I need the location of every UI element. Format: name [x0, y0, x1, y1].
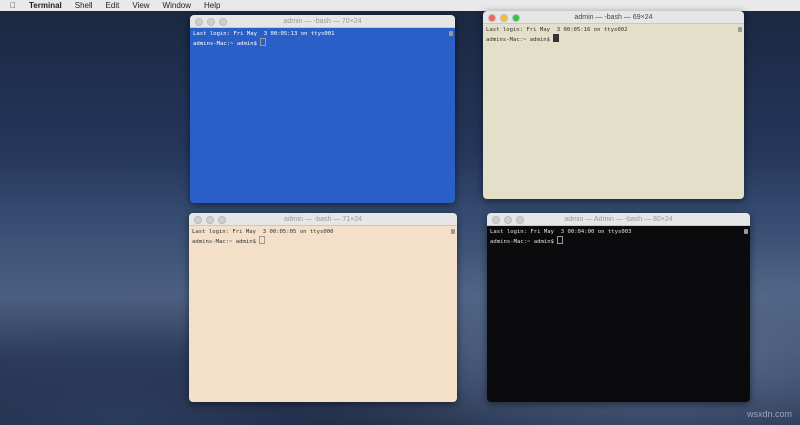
close-button[interactable] — [195, 18, 203, 26]
scrollbar[interactable] — [449, 31, 453, 36]
cursor — [557, 236, 564, 244]
minimize-button[interactable] — [504, 216, 512, 224]
terminal-content[interactable]: Last login: Fri May 3 00:05:13 on ttys00… — [190, 28, 455, 203]
terminal-window-ttys003[interactable]: admin — Admin — -bash — 80×24 Last login… — [487, 213, 750, 402]
close-button[interactable] — [488, 14, 496, 22]
last-login-line: Last login: Fri May 3 00:04:00 on ttys00… — [490, 229, 632, 235]
window-title: admin — Admin — -bash — 80×24 — [564, 215, 673, 223]
scrollbar[interactable] — [738, 27, 742, 32]
title-bar[interactable]: admin — -bash — 71×24 — [189, 213, 457, 226]
minimize-button[interactable] — [500, 14, 508, 22]
window-title: admin — -bash — 70×24 — [283, 17, 362, 25]
terminal-window-ttys001[interactable]: admin — -bash — 70×24 Last login: Fri Ma… — [190, 15, 455, 203]
cursor — [553, 34, 560, 42]
last-login-line: Last login: Fri May 3 00:05:13 on ttys00… — [193, 31, 335, 37]
title-bar[interactable]: admin — Admin — -bash — 80×24 — [487, 213, 750, 226]
terminal-content[interactable]: Last login: Fri May 3 00:05:16 on ttys00… — [483, 24, 744, 199]
cursor — [260, 38, 267, 46]
scrollbar[interactable] — [451, 229, 455, 234]
shell-prompt: admins-Mac:~ admin$ — [486, 37, 554, 43]
apple-menu-icon[interactable]:  — [10, 1, 16, 10]
scrollbar[interactable] — [744, 229, 748, 234]
menu-edit[interactable]: Edit — [106, 1, 120, 10]
terminal-content[interactable]: Last login: Fri May 3 00:05:05 on ttys00… — [189, 226, 457, 402]
terminal-window-ttys002[interactable]: admin — -bash — 69×24 Last login: Fri Ma… — [483, 11, 744, 199]
terminal-content[interactable]: Last login: Fri May 3 00:04:00 on ttys00… — [487, 226, 750, 402]
menu-terminal[interactable]: Terminal — [29, 1, 62, 10]
zoom-button[interactable] — [512, 14, 520, 22]
zoom-button[interactable] — [218, 216, 226, 224]
last-login-line: Last login: Fri May 3 00:05:16 on ttys00… — [486, 27, 628, 33]
shell-prompt: admins-Mac:~ admin$ — [490, 239, 558, 245]
window-title: admin — -bash — 71×24 — [283, 215, 362, 223]
shell-prompt: admins-Mac:~ admin$ — [192, 239, 260, 245]
menu-shell[interactable]: Shell — [75, 1, 93, 10]
zoom-button[interactable] — [516, 216, 524, 224]
menu-view[interactable]: View — [132, 1, 149, 10]
minimize-button[interactable] — [206, 216, 214, 224]
terminal-window-ttys000[interactable]: admin — -bash — 71×24 Last login: Fri Ma… — [189, 213, 457, 402]
cursor — [259, 236, 266, 244]
minimize-button[interactable] — [207, 18, 215, 26]
shell-prompt: admins-Mac:~ admin$ — [193, 41, 261, 47]
last-login-line: Last login: Fri May 3 00:05:05 on ttys00… — [192, 229, 334, 235]
title-bar[interactable]: admin — -bash — 70×24 — [190, 15, 455, 28]
watermark: wsxdn.com — [746, 409, 792, 419]
menu-bar:  Terminal Shell Edit View Window Help — [0, 0, 800, 11]
title-bar[interactable]: admin — -bash — 69×24 — [483, 11, 744, 24]
zoom-button[interactable] — [219, 18, 227, 26]
window-title: admin — -bash — 69×24 — [574, 13, 653, 21]
close-button[interactable] — [492, 216, 500, 224]
menu-window[interactable]: Window — [163, 1, 191, 10]
menu-help[interactable]: Help — [204, 1, 220, 10]
close-button[interactable] — [194, 216, 202, 224]
